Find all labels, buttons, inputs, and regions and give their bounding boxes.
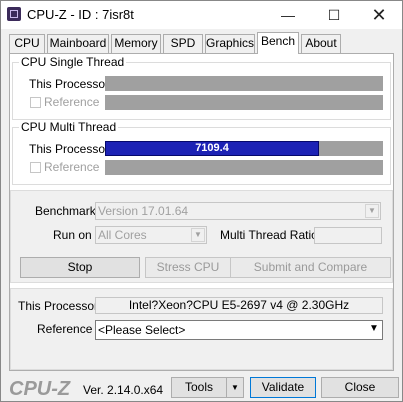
info-reference-label: Reference [37,322,93,336]
multi-thread-title: CPU Multi Thread [19,120,119,134]
run-on-dropdown-arrow-icon: ▼ [191,228,205,242]
single-reference-label: Reference [44,95,100,109]
close-button[interactable]: Close [321,377,399,398]
info-this-processor-value: Intel?Xeon?CPU E5-2697 v4 @ 2.30GHz [95,297,383,314]
single-thread-group: CPU Single Thread This Processor Referen… [12,55,391,120]
benchmark-dropdown-arrow-icon: ▼ [365,204,379,218]
processor-info: This Processor Intel?Xeon?CPU E5-2697 v4… [10,288,393,370]
multi-reference-label: Reference [44,160,100,174]
window-title: CPU-Z - ID : 7isr8t [27,7,134,22]
stop-button[interactable]: Stop [20,257,140,278]
multi-thread-ratio-field [314,227,382,244]
cpuz-window: CPU-Z - ID : 7isr8t — ☐ ✕ CPU Mainboard … [0,0,403,402]
cpuz-brand-logo: CPU-Z [9,378,71,400]
benchmark-controls: Benchmark Version 17.01.64 ▼ Run on All … [10,190,393,283]
tab-graphics[interactable]: Graphics [205,34,255,53]
benchmark-label: Benchmark [35,204,96,218]
submit-and-compare-button[interactable]: Submit and Compare [230,257,391,278]
benchmark-version-value: Version 17.01.64 [98,204,189,218]
footer-bar: CPU-Z Ver. 2.14.0.x64 Tools ▼ Validate C… [1,375,402,401]
tools-dropdown-arrow-icon[interactable]: ▼ [226,377,244,398]
run-on-select[interactable]: All Cores ▼ [95,226,207,244]
reference-select[interactable]: <Please Select> ▼ [95,320,383,340]
title-bar[interactable]: CPU-Z - ID : 7isr8t — ☐ ✕ [1,1,402,29]
tools-button[interactable]: Tools [171,377,227,398]
run-on-value: All Cores [98,228,147,242]
single-reference-checkbox[interactable] [30,97,41,108]
maximize-button[interactable]: ☐ [311,1,357,29]
tab-about[interactable]: About [301,34,341,53]
single-this-processor-label: This Processor [29,77,110,91]
tab-cpu[interactable]: CPU [9,34,45,53]
stress-cpu-button[interactable]: Stress CPU [145,257,231,278]
reference-dropdown-arrow-icon: ▼ [369,323,379,334]
cpuz-app-icon [7,7,21,21]
tab-mainboard[interactable]: Mainboard [47,34,109,53]
multi-this-processor-bar: 7109.4 [105,141,383,156]
benchmark-version-select[interactable]: Version 17.01.64 ▼ [95,202,381,220]
multi-thread-group: CPU Multi Thread This Processor 7109.4 R… [12,120,391,185]
minimize-button[interactable]: — [265,1,311,29]
validate-button[interactable]: Validate [250,377,316,398]
multi-this-processor-value: 7109.4 [195,142,229,154]
single-reference-bar [105,95,383,110]
single-this-processor-bar [105,76,383,91]
tab-bench[interactable]: Bench [257,32,299,54]
single-thread-title: CPU Single Thread [19,55,127,69]
multi-this-processor-label: This Processor [29,142,110,156]
run-on-label: Run on [53,228,92,242]
tab-memory[interactable]: Memory [111,34,161,53]
multi-reference-bar [105,160,383,175]
multi-thread-ratio-label: Multi Thread Ratio [220,228,318,242]
version-label: Ver. 2.14.0.x64 [83,383,164,397]
tab-spd[interactable]: SPD [163,34,203,53]
close-window-button[interactable]: ✕ [356,1,402,29]
bench-panel: CPU Single Thread This Processor Referen… [9,53,394,371]
reference-select-value: <Please Select> [98,323,186,337]
info-this-processor-label: This Processor [18,299,99,313]
multi-reference-checkbox[interactable] [30,162,41,173]
single-this-processor-value [105,76,383,91]
